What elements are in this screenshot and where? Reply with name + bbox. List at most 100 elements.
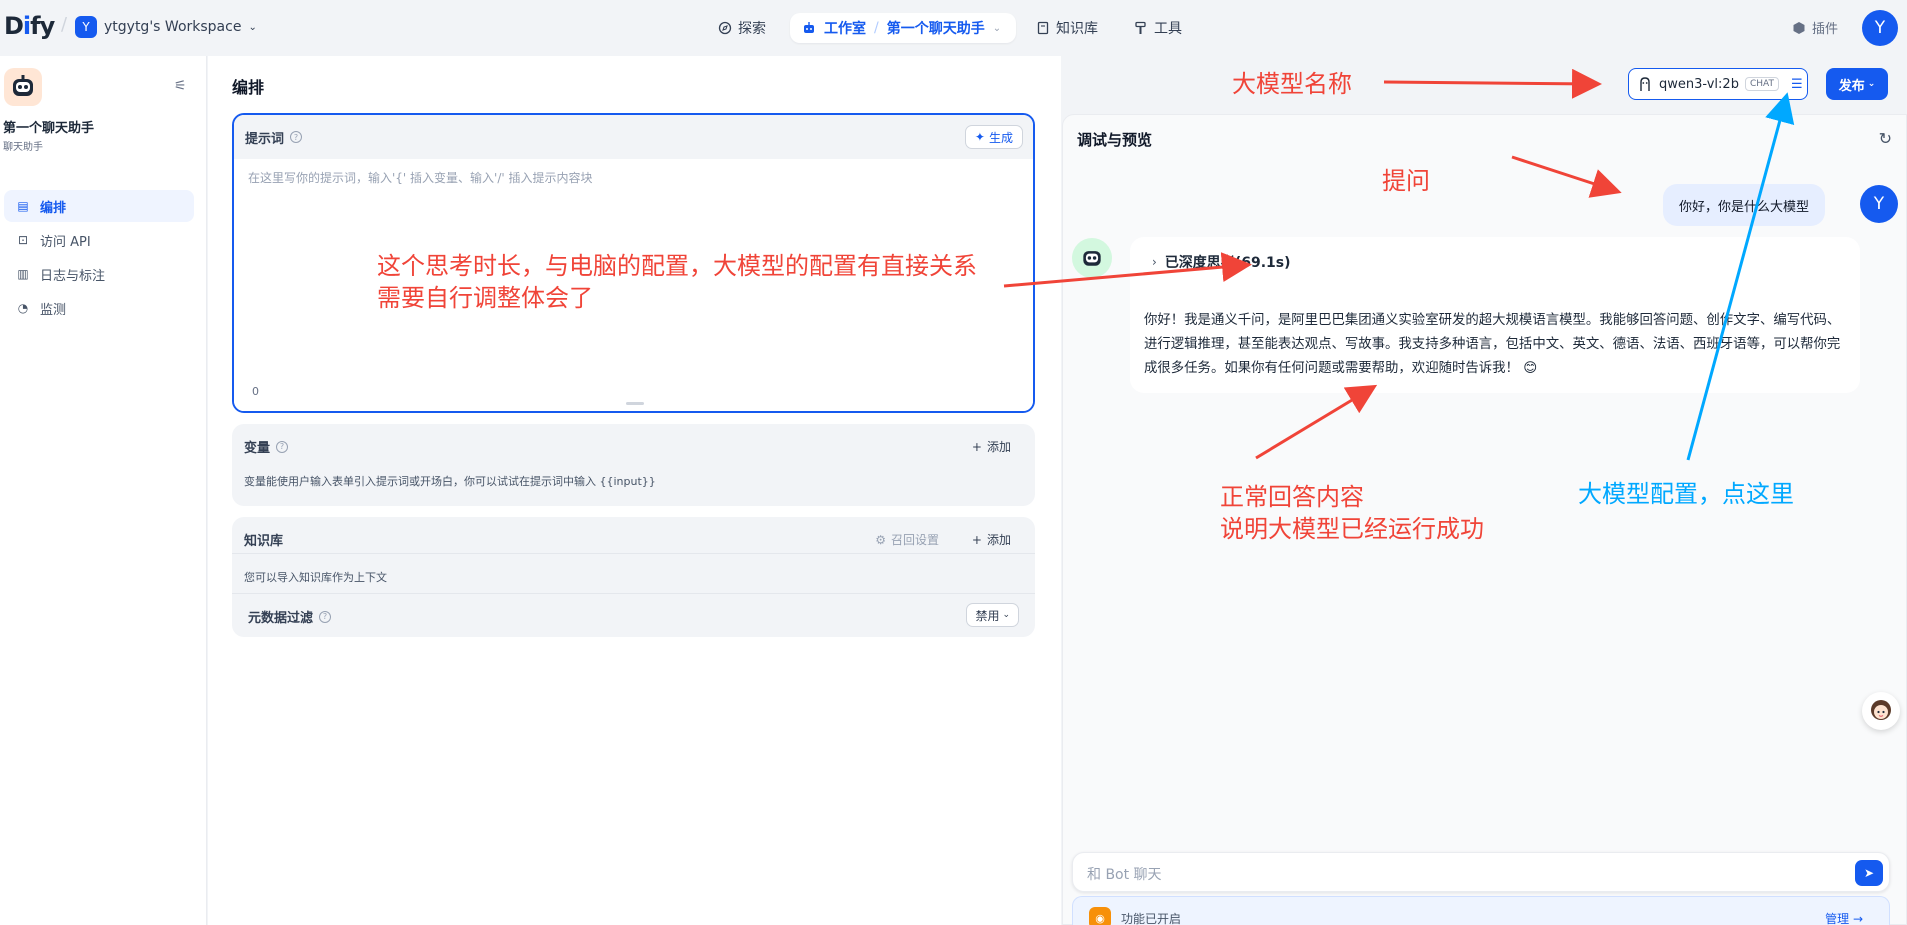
help-icon[interactable]: ?	[276, 440, 289, 453]
feature-icon: ◉	[1089, 907, 1111, 925]
annotation-question: 提问	[1382, 167, 1430, 195]
generate-label: 生成	[988, 130, 1013, 145]
page-title: 编排	[232, 78, 265, 97]
book-icon	[1037, 21, 1049, 35]
sidebar-collapse-icon[interactable]: ⚟	[174, 78, 187, 94]
chevron-down-icon: ⌄	[1002, 610, 1010, 620]
help-icon[interactable]: ?	[319, 610, 332, 623]
knowledge-title: 知识库	[244, 530, 283, 549]
model-selector-button[interactable]: qwen3-vl:2b CHAT ☰	[1628, 68, 1808, 100]
gauge-icon: ◔	[17, 301, 29, 315]
prompt-textarea[interactable]: 在这里写你的提示词，输入'{' 插入变量、输入'/' 插入提示内容块 0	[234, 159, 1033, 411]
manage-features-link[interactable]: 管理 →	[1825, 910, 1863, 925]
chevron-down-icon: ⌄	[248, 21, 257, 33]
sidebar-item-logs[interactable]: ▥ 日志与标注	[4, 258, 194, 290]
divider	[232, 593, 1035, 594]
nav-knowledge[interactable]: 知识库	[1036, 14, 1098, 42]
thinking-label: 已深度思考(69.1s)	[1164, 255, 1291, 271]
sidebar-menu: ▤ 编排 ⊡ 访问 API ▥ 日志与标注 ◔ 监测	[4, 190, 194, 326]
workspace-avatar: Y	[75, 16, 97, 38]
layout-icon: ▤	[17, 199, 29, 213]
publish-label: 发布	[1838, 78, 1865, 94]
left-sidebar: ⚟ 第一个聊天助手 聊天助手 ▤ 编排 ⊡ 访问 API ▥ 日志与标注 ◔ 监…	[0, 56, 207, 925]
sidebar-item-monitor[interactable]: ◔ 监测	[4, 292, 194, 324]
user-message: 你好，你是什么大模型	[1663, 184, 1826, 226]
debug-preview-panel: 调试与预览 ↻	[1062, 114, 1907, 925]
chat-input[interactable]: 和 Bot 聊天 ➤	[1072, 852, 1890, 892]
workspace-name: ytgytg's Workspace	[104, 19, 242, 35]
refresh-icon[interactable]: ↻	[1879, 129, 1892, 148]
robot-face-icon	[1083, 251, 1101, 266]
sidebar-item-api[interactable]: ⊡ 访问 API	[4, 224, 194, 256]
girl-avatar-icon	[1871, 700, 1891, 720]
dify-logo[interactable]: Dify	[4, 12, 55, 40]
help-icon[interactable]: ?	[290, 131, 303, 143]
hammer-icon	[1135, 21, 1146, 34]
nav-tools-label: 工具	[1154, 21, 1182, 37]
app-icon	[4, 68, 42, 106]
add-variable-button[interactable]: + 添加	[972, 438, 1011, 455]
add-label: 添加	[986, 440, 1011, 454]
chevron-down-icon: ⌄	[1867, 79, 1876, 89]
model-type-badge: CHAT	[1744, 77, 1779, 91]
variables-title: 变量 ?	[244, 437, 289, 456]
recall-settings-button[interactable]: ⚙ 召回设置	[875, 531, 939, 548]
variables-description: 变量能使用户输入表单引入提示词或开场白，你可以试试在提示词中输入 {{input…	[244, 475, 656, 488]
knowledge-description: 您可以导入知识库作为上下文	[244, 571, 387, 584]
settings-icon: ⚙	[875, 532, 886, 547]
add-knowledge-button[interactable]: + 添加	[972, 531, 1011, 548]
divider	[232, 553, 1035, 554]
nav-explore[interactable]: 探索	[718, 14, 766, 42]
sidebar-item-orchestrate[interactable]: ▤ 编排	[4, 190, 194, 222]
llama-icon	[1640, 77, 1650, 91]
metadata-filter-value: 禁用	[975, 608, 1000, 623]
prompt-label: 提示词	[245, 131, 285, 147]
nav-tools[interactable]: 工具	[1134, 14, 1182, 42]
sliders-icon[interactable]: ☰	[1791, 77, 1803, 92]
prompt-placeholder: 在这里写你的提示词，输入'{' 插入变量、输入'/' 插入提示内容块	[248, 171, 593, 185]
nav-separator: /	[874, 20, 879, 36]
workspace-switcher[interactable]: Y ytgytg's Workspace ⌄	[75, 16, 257, 38]
resize-handle[interactable]	[626, 402, 644, 405]
nav-studio-label: 工作室	[824, 21, 866, 37]
robot-icon	[804, 22, 814, 33]
metadata-filter-select[interactable]: 禁用 ⌄	[966, 603, 1019, 627]
plugins-label: 插件	[1812, 22, 1839, 37]
generate-button[interactable]: ✦ 生成	[964, 125, 1023, 149]
features-bar: ◉ 功能已开启 管理 →	[1072, 896, 1890, 925]
publish-button[interactable]: 发布 ⌄	[1826, 68, 1888, 100]
sparkle-icon: ✦	[974, 130, 985, 144]
terminal-icon: ⊡	[17, 233, 29, 247]
plugins-link[interactable]: 插件	[1792, 18, 1838, 37]
annotation-answer-line1: 正常回答内容	[1220, 483, 1364, 511]
user-avatar[interactable]: Y	[1862, 10, 1898, 46]
metadata-filter-label: 元数据过滤	[248, 611, 314, 626]
variables-label: 变量	[244, 441, 271, 456]
annotation-thinking-line1: 这个思考时长，与电脑的配置，大模型的配置有直接关系	[377, 252, 977, 280]
sidebar-item-label: 监测	[40, 302, 67, 318]
variables-card: 变量 ? + 添加 变量能使用户输入表单引入提示词或开场白，你可以试试在提示词中…	[232, 424, 1035, 506]
assistant-avatar[interactable]	[1862, 692, 1900, 730]
bot-avatar	[1072, 238, 1112, 278]
document-icon: ▥	[17, 267, 29, 281]
app-name: 第一个聊天助手	[3, 121, 95, 136]
thinking-toggle[interactable]: › 已深度思考(69.1s)	[1152, 252, 1290, 272]
nav-studio[interactable]: 工作室 / 第一个聊天助手 ⌄	[790, 13, 1016, 43]
app-type: 聊天助手	[3, 142, 43, 153]
recall-label: 召回设置	[890, 533, 939, 547]
features-enabled-text: 功能已开启	[1121, 912, 1182, 925]
annotation-model-config: 大模型配置，点这里	[1578, 480, 1794, 508]
nav-knowledge-label: 知识库	[1056, 21, 1098, 37]
compass-icon	[718, 21, 732, 35]
plus-icon: +	[971, 532, 982, 547]
nav-current-app[interactable]: 第一个聊天助手	[887, 18, 985, 38]
annotation-thinking-line2: 需要自行调整体会了	[377, 284, 593, 312]
cube-icon	[1793, 21, 1805, 34]
top-bar: Dify / Y ytgytg's Workspace ⌄ 探索 工作室 / 第…	[0, 0, 1907, 56]
robot-face-icon	[13, 75, 33, 96]
plus-icon: +	[971, 439, 982, 454]
user-message-avatar: Y	[1860, 185, 1898, 223]
send-button[interactable]: ➤	[1855, 860, 1883, 886]
debug-title: 调试与预览	[1077, 131, 1153, 149]
annotation-model-name: 大模型名称	[1232, 70, 1352, 98]
